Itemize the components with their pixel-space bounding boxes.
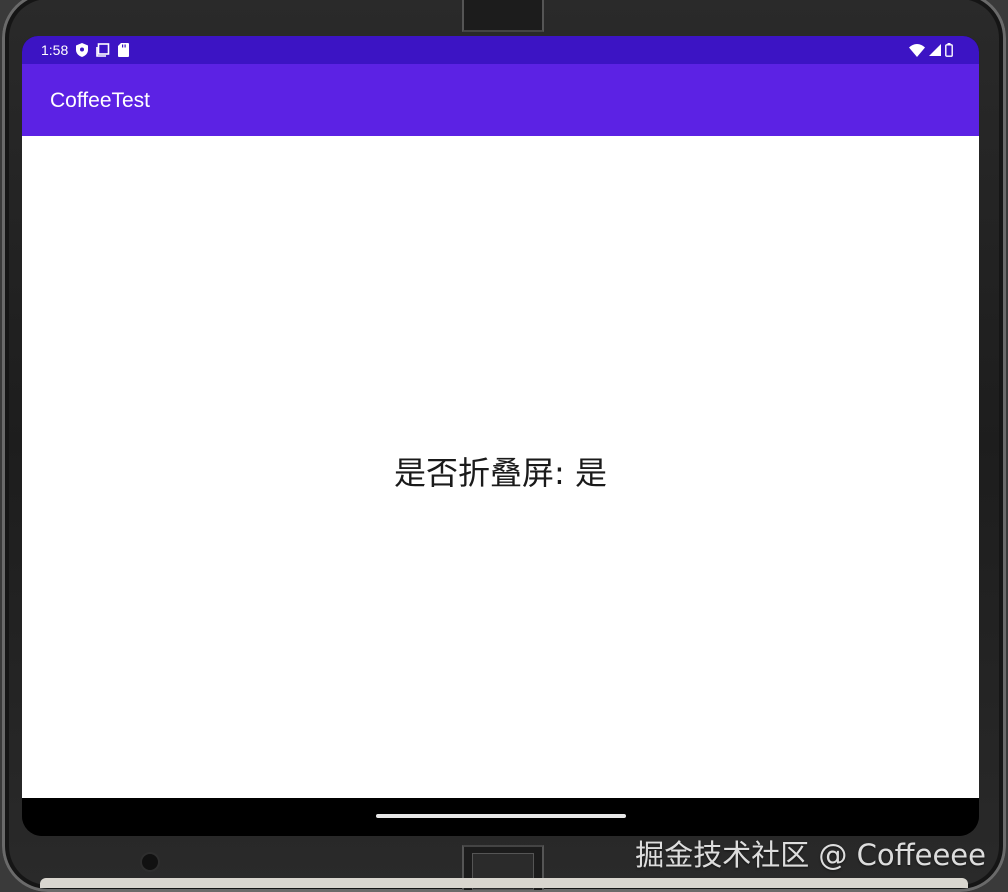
gesture-handle[interactable] (376, 814, 626, 818)
foldable-status-text: 是否折叠屏: 是 (394, 454, 607, 492)
status-bar: 1:58 (22, 36, 979, 64)
app-title: CoffeeTest (50, 89, 151, 112)
sd-card-icon (118, 43, 130, 57)
device-screen: 1:58 CoffeeTest 是否折叠屏: 是 (22, 36, 979, 836)
signal-icon (929, 44, 941, 56)
hinge-top (462, 0, 544, 32)
shield-icon (76, 43, 89, 57)
wifi-icon (909, 43, 925, 57)
status-right (909, 43, 953, 57)
battery-icon (945, 43, 953, 57)
camera-icon (140, 852, 160, 872)
screenshot-icon (96, 43, 110, 57)
main-content: 是否折叠屏: 是 (22, 136, 979, 798)
watermark: 掘金技术社区 @ Coffeeee (635, 838, 986, 872)
device-bottom-edge (40, 878, 968, 888)
status-time: 1:58 (41, 42, 69, 58)
navigation-bar (22, 798, 979, 836)
status-left: 1:58 (41, 42, 130, 58)
app-bar: CoffeeTest (22, 64, 979, 136)
